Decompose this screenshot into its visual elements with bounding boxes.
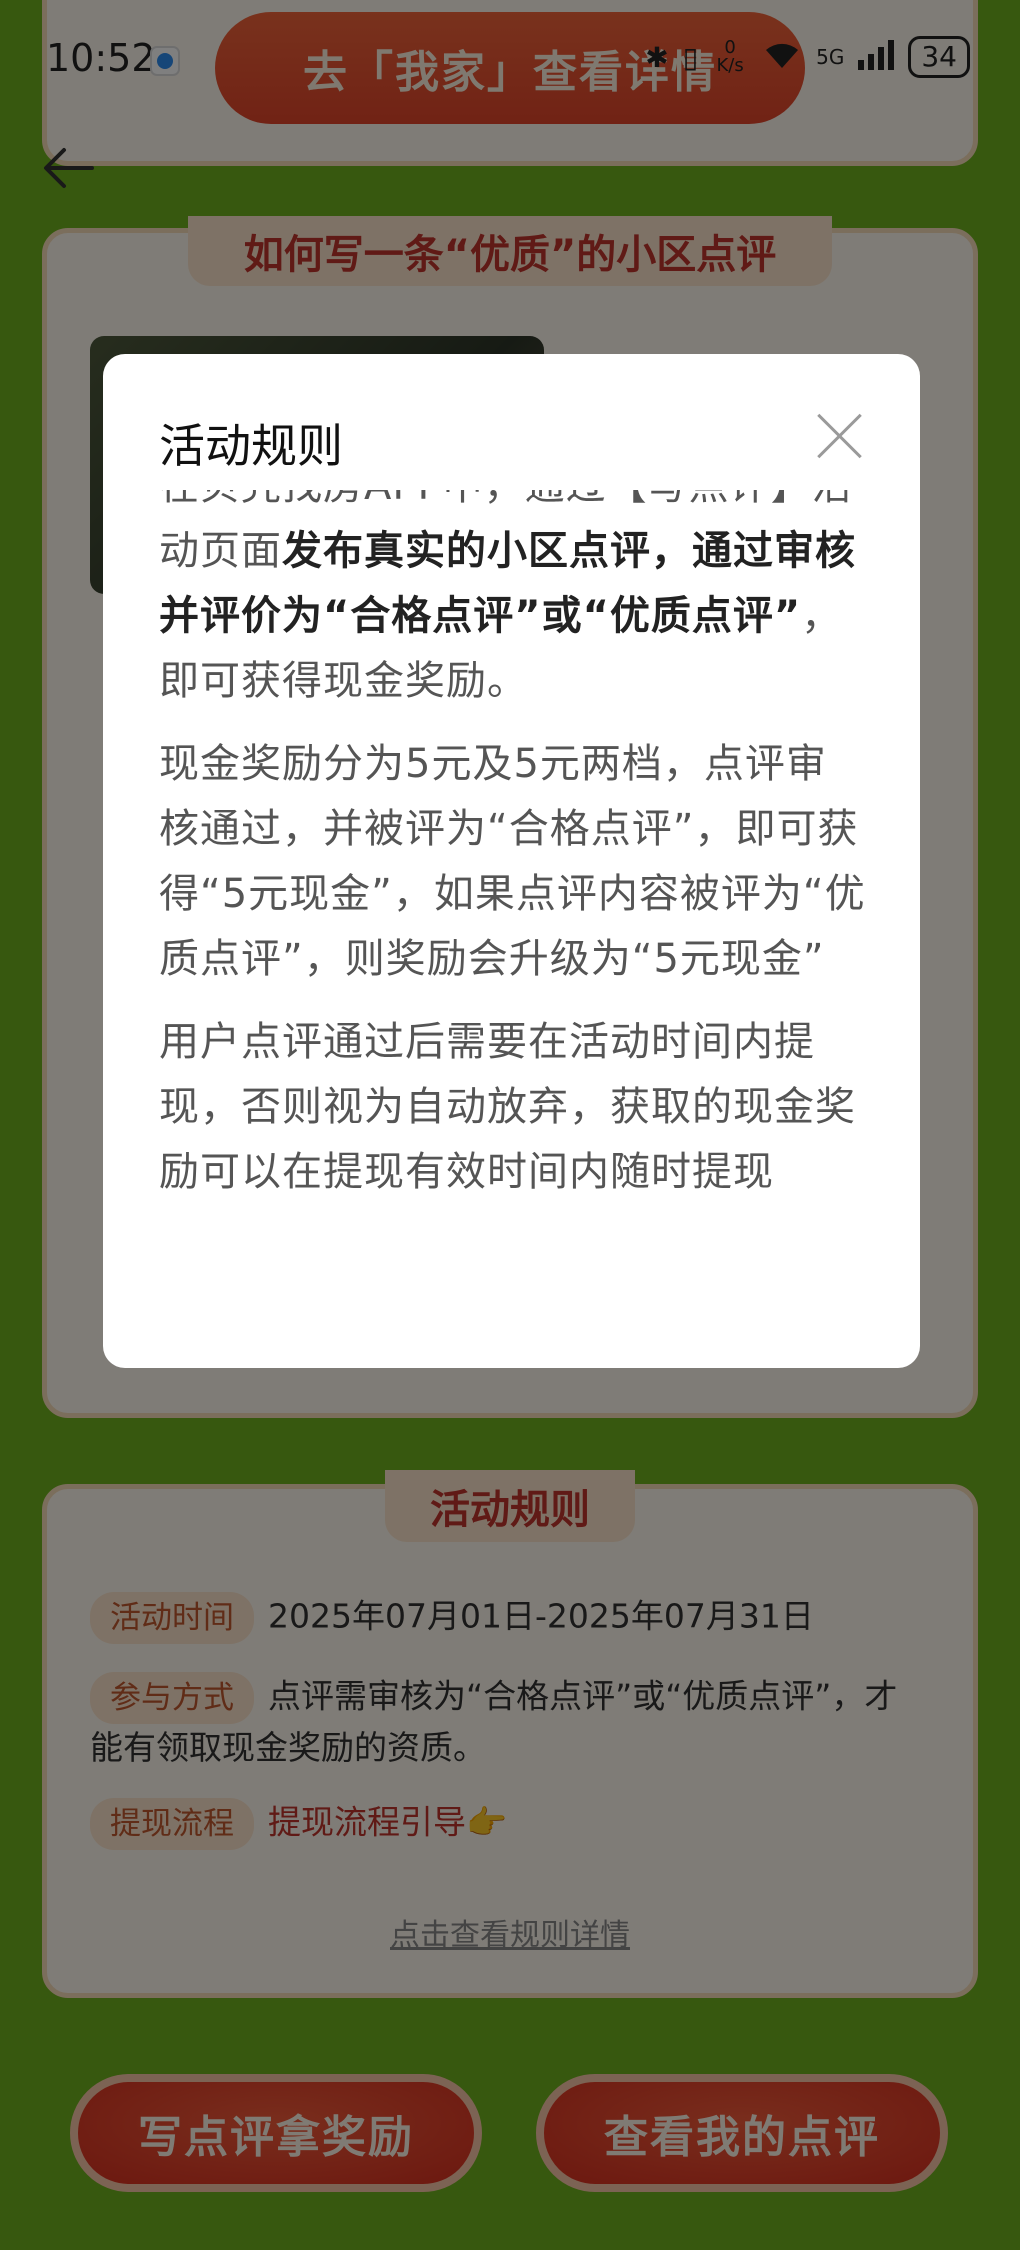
rules-modal: 活动规则 在贝壳找房APP中，通过【写点评】活动页面发布真实的小区点评，通过审核… (103, 354, 920, 1368)
rule-paragraph-2: 现金奖励分为5元及5元两档，点评审核通过，并被评为“合格点评”，即可获得“5元现… (159, 741, 866, 982)
modal-title: 活动规则 (159, 419, 343, 473)
modal-content: 在贝壳找房APP中，通过【写点评】活动页面发布真实的小区点评，通过审核并评价为“… (159, 490, 866, 1223)
rule-paragraph-1: 在贝壳找房APP中，通过【写点评】活动页面发布真实的小区点评，通过审核并评价为“… (159, 490, 866, 714)
close-icon[interactable] (814, 410, 864, 460)
modal-scroll-area[interactable]: 在贝壳找房APP中，通过【写点评】活动页面发布真实的小区点评，通过审核并评价为“… (159, 490, 866, 1308)
rule-paragraph-3: 用户点评通过后需要在活动时间内提现，否则视为自动放弃，获取的现金奖励可以在提现有… (159, 1019, 856, 1195)
